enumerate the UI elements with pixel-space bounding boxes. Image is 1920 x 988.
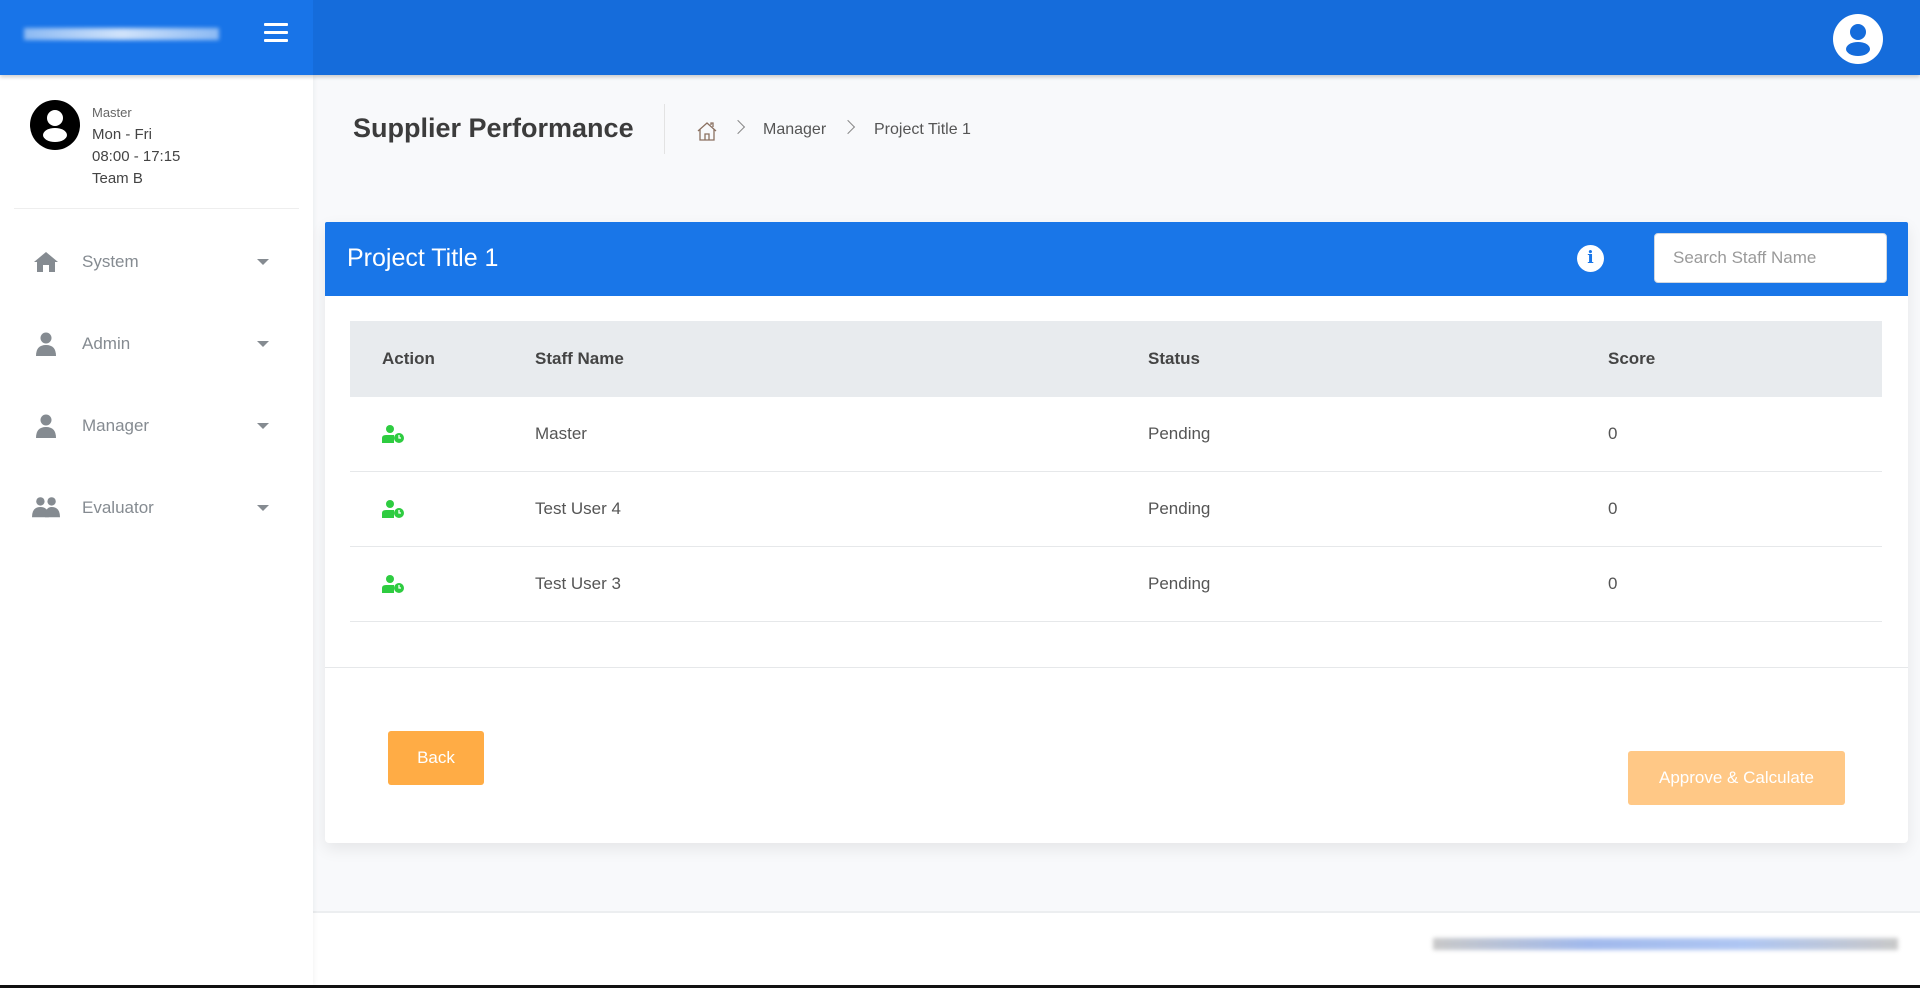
profile-info: Master Mon - Fri 08:00 - 17:15 Team B xyxy=(92,102,180,190)
user-clock-icon[interactable] xyxy=(382,500,406,518)
caret-down-icon xyxy=(257,341,269,347)
avatar xyxy=(30,100,80,150)
column-header-staff-name[interactable]: Staff Name xyxy=(535,321,624,397)
column-header-score[interactable]: Score xyxy=(1608,321,1655,397)
hamburger-icon[interactable] xyxy=(264,23,288,43)
status: Pending xyxy=(1148,574,1211,593)
sidebar-item-label: Evaluator xyxy=(82,498,154,517)
brand-area xyxy=(0,0,313,75)
footer xyxy=(313,911,1920,985)
score: 0 xyxy=(1608,499,1618,518)
card-title: Project Title 1 xyxy=(347,244,499,272)
card-divider xyxy=(325,667,1908,668)
user-clock-icon[interactable] xyxy=(382,425,406,443)
search-staff-input[interactable] xyxy=(1654,233,1887,283)
staff-table: Action Staff Name Status Score Master Pe… xyxy=(350,321,1882,622)
top-bar xyxy=(0,0,1920,75)
card-header: Project Title 1 i xyxy=(325,222,1908,296)
user-icon xyxy=(32,414,60,438)
caret-down-icon xyxy=(257,423,269,429)
profile-team: Team B xyxy=(92,170,143,187)
table-row: Test User 4 Pending 0 xyxy=(350,472,1882,547)
chevron-right-icon xyxy=(840,119,856,135)
staff-name: Test User 4 xyxy=(535,499,621,518)
sidebar-item-label: System xyxy=(82,252,139,271)
table-row: Master Pending 0 xyxy=(350,397,1882,472)
caret-down-icon xyxy=(257,505,269,511)
table-row: Test User 3 Pending 0 xyxy=(350,547,1882,622)
user-clock-icon[interactable] xyxy=(382,575,406,593)
column-header-action: Action xyxy=(382,349,435,368)
sidebar-item-system[interactable]: System xyxy=(0,237,313,287)
back-button[interactable]: Back xyxy=(388,731,484,785)
table-header: Action Staff Name Status Score xyxy=(350,321,1882,397)
breadcrumb-current: Project Title 1 xyxy=(874,121,971,138)
user-circle-icon[interactable] xyxy=(1833,14,1883,64)
breadcrumb-manager[interactable]: Manager xyxy=(763,121,826,139)
user-icon xyxy=(32,332,60,356)
approve-calculate-button[interactable]: Approve & Calculate xyxy=(1628,751,1845,805)
staff-name: Test User 3 xyxy=(535,574,621,593)
project-card: Project Title 1 i Action Staff Name Stat… xyxy=(325,222,1908,843)
footer-logo xyxy=(1433,938,1898,950)
score: 0 xyxy=(1608,574,1618,593)
chevron-right-icon xyxy=(730,119,746,135)
home-icon xyxy=(32,250,60,274)
profile-days: Mon - Fri xyxy=(92,126,152,143)
page-title: Supplier Performance xyxy=(353,113,634,143)
sidebar-item-admin[interactable]: Admin xyxy=(0,319,313,369)
title-divider xyxy=(664,104,665,154)
staff-name: Master xyxy=(535,424,587,443)
score: 0 xyxy=(1608,424,1618,443)
status: Pending xyxy=(1148,424,1211,443)
sidebar: Master Mon - Fri 08:00 - 17:15 Team B Sy… xyxy=(0,75,313,985)
sidebar-item-label: Manager xyxy=(82,416,150,435)
profile-role: Master xyxy=(92,105,132,120)
home-icon[interactable] xyxy=(696,120,718,142)
status: Pending xyxy=(1148,499,1211,518)
sidebar-item-label: Admin xyxy=(82,334,131,353)
profile-hours: 08:00 - 17:15 xyxy=(92,148,181,165)
users-icon xyxy=(32,496,60,520)
caret-down-icon xyxy=(257,259,269,265)
sidebar-divider xyxy=(14,208,299,209)
sidebar-item-evaluator[interactable]: Evaluator xyxy=(0,483,313,533)
column-header-status[interactable]: Status xyxy=(1148,321,1200,397)
sidebar-item-manager[interactable]: Manager xyxy=(0,401,313,451)
brand-logo[interactable] xyxy=(24,28,219,40)
info-icon[interactable]: i xyxy=(1577,245,1604,272)
